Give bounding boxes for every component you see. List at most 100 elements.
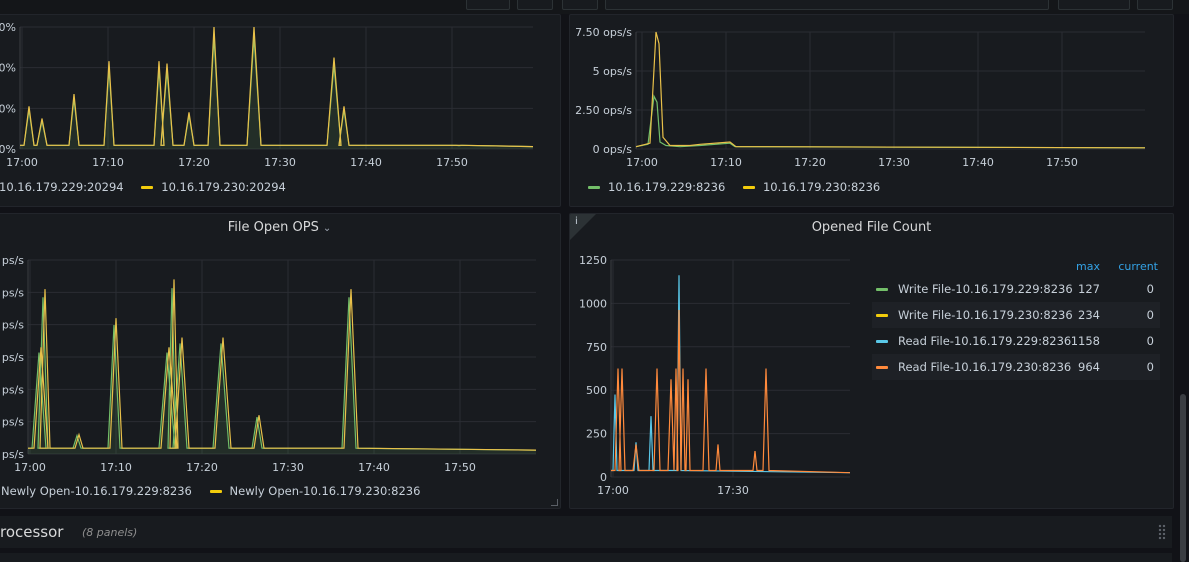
y-tick-label: 0% bbox=[0, 102, 16, 115]
drag-handle-icon[interactable] bbox=[1158, 524, 1166, 540]
refresh-button[interactable] bbox=[1058, 0, 1130, 10]
chart-2: 0 ops/s 2.50 ops/s 5 ops/s 7.50 ops/s 17:00 1… bbox=[575, 26, 1146, 169]
x-tick-label: 17:00 bbox=[6, 156, 38, 169]
y-tick-label: 0% bbox=[0, 62, 16, 75]
x-tick-label: 17:20 bbox=[186, 461, 218, 474]
chart-3: ps/sps/sps/sps/sps/sps/sps/s17:00 17:10 17… bbox=[2, 254, 537, 474]
legend-name: Write File-10.16.179.230:8236 bbox=[898, 308, 1073, 322]
legend-name: Read File-10.16.179.229:8236 bbox=[898, 334, 1072, 348]
legend-2: 10.16.179.229:8236 10.16.179.230:8236 bbox=[588, 180, 894, 194]
legend-1: 10.16.179.229:20294 10.16.179.230:20294 bbox=[0, 180, 300, 194]
y-tick-label: ps/s bbox=[2, 351, 24, 364]
legend-max: 234 bbox=[1078, 308, 1100, 322]
legend-swatch bbox=[876, 340, 888, 343]
legend-item[interactable]: 10.16.179.229:20294 bbox=[0, 180, 124, 194]
legend-3: Newly Open-10.16.179.229:8236 Newly Open… bbox=[1, 484, 434, 498]
sort-current[interactable]: current bbox=[1118, 260, 1158, 273]
legend-name: Read File-10.16.179.230:8236 bbox=[898, 360, 1072, 374]
toolbar-button[interactable] bbox=[1137, 0, 1173, 10]
x-tick-label: 17:30 bbox=[717, 484, 749, 497]
y-tick-label: 500 bbox=[586, 384, 607, 397]
legend-row[interactable]: Read File-10.16.179.230:8236 964 0 bbox=[872, 354, 1160, 380]
legend-current: 0 bbox=[1146, 282, 1154, 296]
scrollbar[interactable] bbox=[1180, 394, 1186, 562]
next-row-header bbox=[0, 553, 1172, 562]
series-230 bbox=[20, 26, 534, 148]
y-tick-label: 0 ops/s bbox=[593, 143, 633, 156]
legend-max: 1158 bbox=[1070, 334, 1100, 348]
top-toolbar bbox=[0, 0, 1189, 14]
time-picker[interactable] bbox=[605, 0, 1049, 10]
legend-header: max current bbox=[872, 258, 1160, 276]
legend-swatch bbox=[209, 490, 222, 493]
legend-current: 0 bbox=[1146, 360, 1154, 374]
x-tick-label: 17:30 bbox=[264, 156, 296, 169]
x-tick-label: 17:00 bbox=[626, 156, 658, 169]
legend-item[interactable]: 10.16.179.230:20294 bbox=[141, 180, 286, 194]
x-tick-label: 17:10 bbox=[710, 156, 742, 169]
legend-max: 964 bbox=[1078, 360, 1100, 374]
x-tick-label: 17:20 bbox=[178, 156, 210, 169]
y-tick-label: 2.50 ops/s bbox=[575, 104, 632, 117]
series-229 bbox=[635, 94, 1146, 149]
x-tick-label: 17:50 bbox=[444, 461, 476, 474]
legend-item[interactable]: Newly Open-10.16.179.229:8236 bbox=[1, 484, 192, 498]
legend-row[interactable]: Read File-10.16.179.229:8236 1158 0 bbox=[872, 328, 1160, 354]
legend-swatch bbox=[141, 186, 154, 189]
x-tick-label: 17:20 bbox=[794, 156, 826, 169]
x-tick-label: 17:30 bbox=[272, 461, 304, 474]
row-header[interactable]: rocessor (8 panels) bbox=[0, 516, 1172, 548]
y-tick-label: 750 bbox=[586, 341, 607, 354]
y-tick-label: 0 bbox=[600, 471, 607, 484]
x-tick-label: 17:10 bbox=[100, 461, 132, 474]
toolbar-button[interactable] bbox=[517, 0, 553, 10]
legend-table: max current Write File-10.16.179.229:823… bbox=[872, 258, 1160, 380]
legend-current: 0 bbox=[1146, 308, 1154, 322]
legend-swatch bbox=[876, 288, 888, 291]
y-tick-label: ps/s bbox=[2, 254, 24, 267]
legend-swatch bbox=[876, 314, 888, 317]
series-read-229 bbox=[611, 275, 851, 474]
x-tick-label: 17:10 bbox=[92, 156, 124, 169]
x-tick-label: 17:40 bbox=[350, 156, 382, 169]
legend-swatch bbox=[742, 186, 755, 189]
legend-row[interactable]: Write File-10.16.179.230:8236 234 0 bbox=[872, 302, 1160, 328]
x-tick-label: 17:40 bbox=[962, 156, 994, 169]
legend-swatch bbox=[588, 186, 600, 189]
chart-4: 0 250 500 750 1000 1250 17:00 17:30 bbox=[579, 254, 851, 497]
panel-ops: 0 ops/s 2.50 ops/s 5 ops/s 7.50 ops/s 17:00 1… bbox=[569, 14, 1174, 207]
series-230 bbox=[635, 31, 1146, 149]
series-229-area bbox=[20, 36, 533, 149]
y-tick-label: 0% bbox=[0, 21, 16, 34]
resize-handle[interactable] bbox=[551, 499, 558, 506]
panel-file-open-ops: File Open OPS ⌄ ps/s ps/s ps/s ps/s ps/s ps/s p… bbox=[0, 213, 561, 509]
panel-opened-file-count: i Opened File Count 0 250 500 750 1000 1250 17… bbox=[569, 213, 1174, 509]
y-tick-label: ps/s bbox=[2, 319, 24, 332]
row-panel-count: (8 panels) bbox=[82, 526, 138, 539]
legend-item[interactable]: 10.16.179.229:8236 bbox=[588, 180, 725, 194]
legend-name: Write File-10.16.179.229:8236 bbox=[898, 282, 1073, 296]
y-tick-label: 5 ops/s bbox=[593, 65, 633, 78]
legend-max: 127 bbox=[1078, 282, 1100, 296]
y-tick-label: ps/s bbox=[2, 286, 24, 299]
x-tick-label: 17:30 bbox=[878, 156, 910, 169]
y-tick-label: 0% bbox=[0, 143, 16, 156]
legend-item[interactable]: 10.16.179.230:8236 bbox=[742, 180, 880, 194]
legend-item[interactable]: Newly Open-10.16.179.230:8236 bbox=[209, 484, 420, 498]
legend-row[interactable]: Write File-10.16.179.229:8236 127 0 bbox=[872, 276, 1160, 302]
row-title[interactable]: rocessor bbox=[0, 523, 63, 541]
y-tick-label: ps/s bbox=[2, 383, 24, 396]
y-tick-label: 1250 bbox=[579, 254, 607, 267]
y-tick-label: ps/s bbox=[2, 416, 24, 429]
y-tick-label: 250 bbox=[586, 428, 607, 441]
sort-max[interactable]: max bbox=[1076, 260, 1100, 273]
toolbar-button[interactable] bbox=[562, 0, 598, 10]
panel-cpu-usage: 0% 0% 0% 0% 17:00 17:10 17:20 17:30 17:40 17:50 1… bbox=[0, 14, 561, 207]
series-read-230 bbox=[611, 309, 851, 474]
toolbar-button[interactable] bbox=[466, 0, 510, 10]
y-tick-label: ps/s bbox=[2, 448, 24, 461]
x-tick-label: 17:40 bbox=[358, 461, 390, 474]
x-tick-label: 17:00 bbox=[597, 484, 629, 497]
series-229 bbox=[20, 36, 534, 148]
legend-swatch bbox=[876, 366, 888, 369]
